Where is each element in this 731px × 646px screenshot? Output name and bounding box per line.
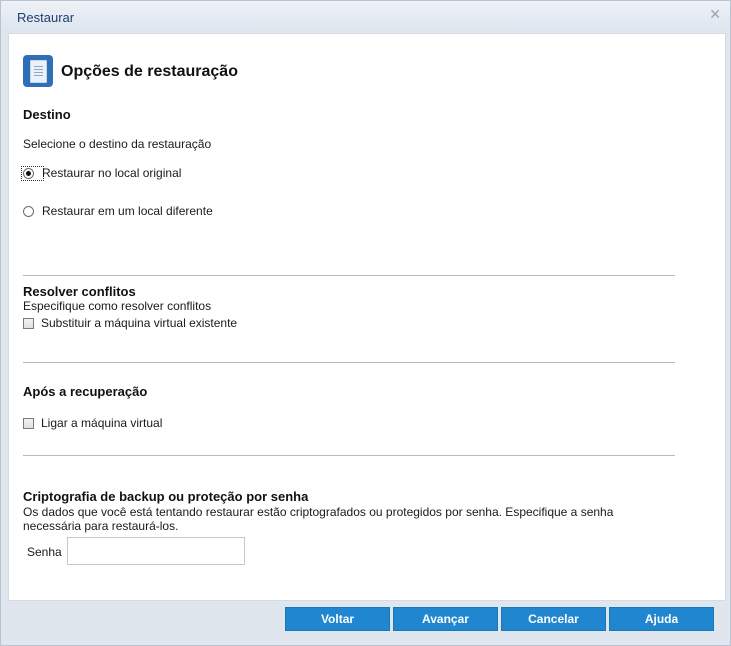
- radio-original-location[interactable]: Restaurar no local original: [21, 165, 181, 181]
- close-icon[interactable]: ✕: [709, 6, 721, 23]
- overwrite-vm-label[interactable]: Substituir a máquina virtual existente: [41, 316, 237, 330]
- after-recovery-title: Após a recuperação: [23, 384, 148, 399]
- restore-dialog: Restaurar ✕ Opções de restauração Destin…: [0, 0, 731, 646]
- power-on-vm-label[interactable]: Ligar a máquina virtual: [41, 416, 162, 430]
- help-button[interactable]: Ajuda: [609, 607, 714, 631]
- power-on-vm-checkbox[interactable]: [23, 417, 34, 429]
- back-button[interactable]: Voltar: [285, 607, 390, 631]
- footer-buttons: Voltar Avançar Cancelar Ajuda: [1, 601, 730, 645]
- overwrite-vm-checkbox[interactable]: [23, 317, 34, 329]
- document-stack-icon: [23, 55, 53, 87]
- encryption-description-line2: necessária para restaurá-los.: [23, 519, 179, 533]
- radio-label-different[interactable]: Restaurar em um local diferente: [42, 204, 213, 218]
- options-panel: Opções de restauração Destino Selecione …: [8, 33, 726, 601]
- radio-different-location[interactable]: Restaurar em um local diferente: [23, 203, 213, 219]
- encryption-title: Criptografia de backup ou proteção por s…: [23, 489, 309, 504]
- destination-title: Destino: [23, 107, 71, 122]
- next-button[interactable]: Avançar: [393, 607, 498, 631]
- title-bar: Restaurar ✕: [1, 1, 730, 31]
- encryption-description-line1: Os dados que você está tentando restaura…: [23, 505, 614, 519]
- conflicts-subtitle: Especifique como resolver conflitos: [23, 299, 212, 313]
- conflicts-title: Resolver conflitos: [23, 284, 136, 299]
- divider: [23, 275, 675, 276]
- radio-button-checked[interactable]: [23, 167, 34, 179]
- power-on-vm-option[interactable]: Ligar a máquina virtual: [23, 415, 162, 431]
- divider: [23, 455, 675, 456]
- window-title: Restaurar: [17, 10, 75, 25]
- password-label: Senha: [27, 545, 62, 559]
- password-input[interactable]: [67, 537, 245, 565]
- divider: [23, 362, 675, 363]
- radio-label-original[interactable]: Restaurar no local original: [42, 166, 181, 180]
- destination-prompt: Selecione o destino da restauração: [23, 137, 212, 151]
- page-title: Opções de restauração: [61, 63, 238, 80]
- overwrite-vm-option[interactable]: Substituir a máquina virtual existente: [23, 315, 237, 331]
- cancel-button[interactable]: Cancelar: [501, 607, 606, 631]
- radio-button[interactable]: [23, 205, 34, 217]
